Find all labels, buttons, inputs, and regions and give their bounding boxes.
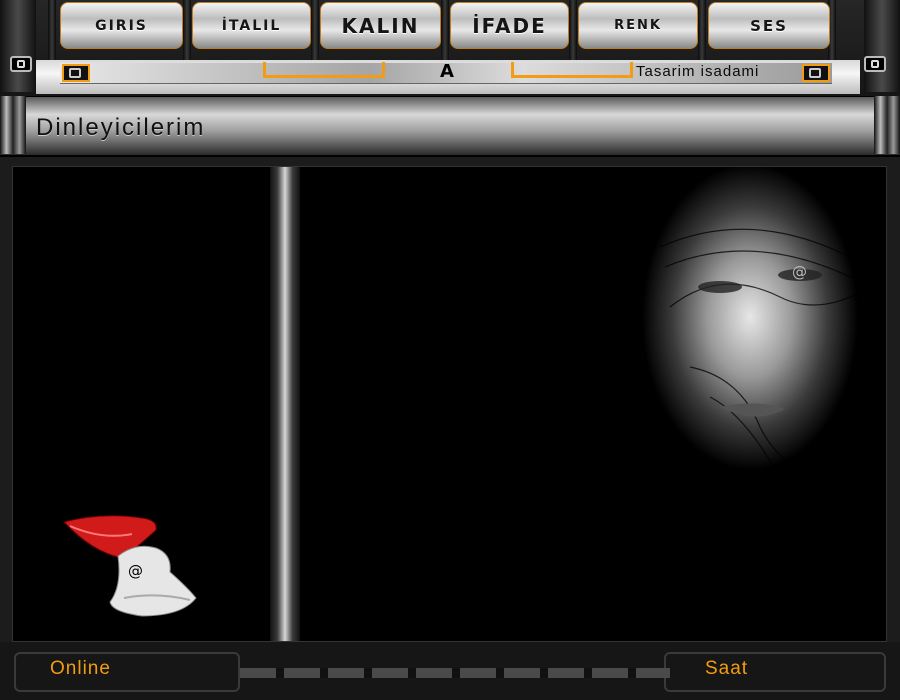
online-label[interactable]: Online bbox=[50, 658, 111, 680]
title-bar-right-cap bbox=[874, 96, 900, 154]
left-toolbar-icon[interactable] bbox=[62, 64, 90, 82]
menu-button-ifade[interactable]: İFADE bbox=[450, 2, 569, 49]
menu-button-ses[interactable]: SES bbox=[708, 2, 830, 49]
right-toolbar-icon[interactable] bbox=[802, 64, 830, 82]
left-clip-icon bbox=[10, 56, 32, 72]
at-symbol: @ bbox=[792, 263, 807, 281]
designer-credit: Tasarim isadami bbox=[636, 63, 760, 80]
page-title: Dinleyicilerim bbox=[36, 114, 206, 141]
menu-button-giris[interactable]: GIRIS bbox=[60, 2, 183, 49]
menu-separator bbox=[48, 0, 56, 60]
footer-online-frame bbox=[14, 652, 240, 692]
portrait-image: @ bbox=[570, 167, 886, 641]
footer-strip bbox=[240, 668, 670, 678]
right-clip-icon bbox=[864, 56, 886, 72]
left-pillar bbox=[0, 0, 36, 92]
menu-separator bbox=[441, 0, 449, 60]
menu-separator bbox=[698, 0, 706, 60]
footer-clock-frame bbox=[664, 652, 886, 692]
menu-separator bbox=[569, 0, 577, 60]
title-bar-left-cap bbox=[0, 96, 26, 154]
menu-separator bbox=[183, 0, 191, 60]
toolbar-bracket-left bbox=[263, 62, 385, 78]
right-pillar bbox=[864, 0, 900, 92]
lips-at-symbol: @ bbox=[128, 562, 143, 580]
menu-button-italic[interactable]: İTALIL bbox=[192, 2, 311, 49]
lips-icon: @ bbox=[62, 512, 202, 622]
adobe-logo-icon: A bbox=[440, 61, 454, 82]
toolbar-bracket-right bbox=[511, 62, 633, 78]
vertical-divider bbox=[270, 167, 300, 641]
menu-separator bbox=[311, 0, 319, 60]
menu-button-bold[interactable]: KALIN bbox=[320, 2, 441, 49]
clock-label: Saat bbox=[705, 658, 749, 679]
menu-button-renk[interactable]: RENK bbox=[578, 2, 698, 49]
